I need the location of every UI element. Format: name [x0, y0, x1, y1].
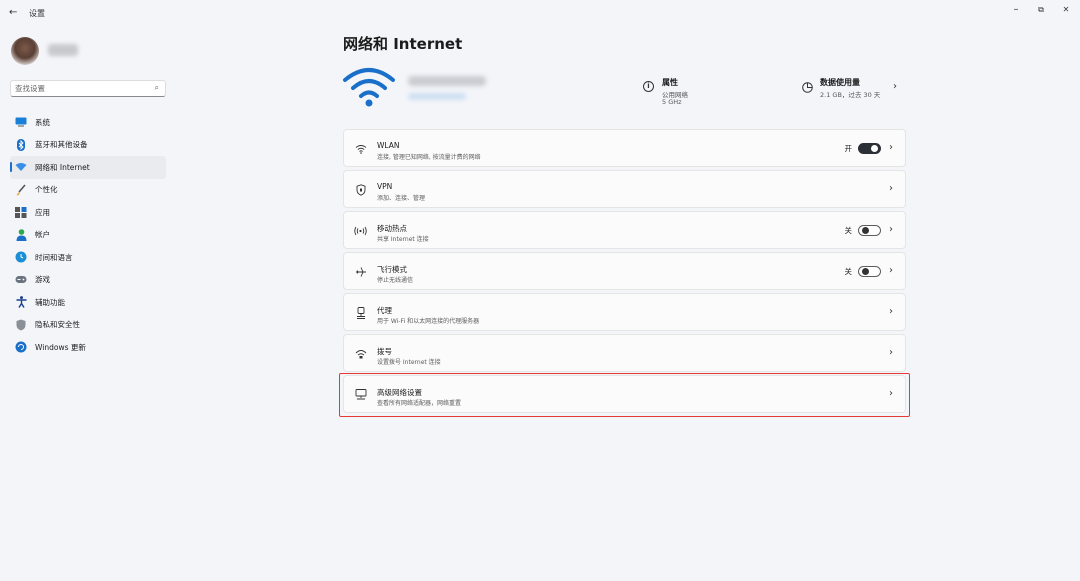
sidebar-item-accessibility[interactable]: 辅助功能	[10, 291, 166, 314]
sidebar-item-label: 应用	[35, 207, 50, 217]
chevron-right-icon: ›	[889, 347, 893, 358]
card-wlan[interactable]: WLAN 连接, 管理已知网络, 按流量计费的网络 开 ›	[343, 129, 906, 167]
sidebar-item-system[interactable]: 系统	[10, 111, 166, 134]
shield-icon	[15, 319, 27, 331]
sidebar-item-personalization[interactable]: 个性化	[10, 179, 166, 202]
sidebar-item-label: 隐私和安全性	[35, 320, 80, 330]
avatar[interactable]	[11, 37, 39, 65]
page-title: 网络和 Internet	[343, 35, 463, 53]
search-input[interactable]	[11, 81, 141, 96]
toggle-state-label: 开	[844, 144, 853, 153]
sidebar-item-label: 帐户	[35, 230, 50, 240]
info-icon: i	[643, 81, 654, 92]
card-subtitle: 设置拨号 Internet 连接	[377, 359, 441, 366]
search-box[interactable]: ⌕	[10, 80, 166, 97]
airplane-toggle[interactable]: 关	[844, 266, 881, 277]
properties-title: 属性	[662, 78, 678, 87]
sidebar-item-accounts[interactable]: 帐户	[10, 224, 166, 247]
sidebar-item-bluetooth[interactable]: 蓝牙和其他设备	[10, 134, 166, 157]
data-usage-icon	[802, 82, 813, 93]
chevron-right-icon: ›	[889, 306, 893, 317]
toggle-state-label: 关	[844, 226, 853, 235]
accessibility-icon	[15, 296, 27, 309]
highlight-annotation-box	[339, 373, 910, 417]
card-proxy[interactable]: 代理 用于 Wi-Fi 和以太网连接的代理服务器 ›	[343, 293, 906, 331]
card-title: 代理	[377, 306, 392, 315]
card-subtitle: 共享 Internet 连接	[377, 236, 429, 243]
app-title: 设置	[29, 9, 45, 18]
proxy-icon	[354, 306, 367, 319]
active-indicator	[10, 162, 12, 172]
wlan-toggle[interactable]: 开	[844, 143, 881, 154]
globe-clock-icon	[15, 251, 27, 263]
user-name-redacted	[48, 44, 78, 56]
restore-button[interactable]: ⧉	[1033, 5, 1049, 15]
data-usage-amount: 2.1 GB，过去 30 天	[820, 91, 881, 99]
card-subtitle: 用于 Wi-Fi 和以太网连接的代理服务器	[377, 318, 480, 325]
apps-icon	[15, 206, 27, 218]
sidebar-nav: 系统 蓝牙和其他设备 网络和 Internet 个性化 应用 帐户 时间和语言 …	[10, 111, 166, 359]
wifi-status-icon	[343, 68, 395, 107]
wifi-icon	[354, 142, 367, 155]
sidebar-item-network[interactable]: 网络和 Internet	[10, 156, 166, 179]
sidebar-item-label: 游戏	[35, 275, 50, 285]
chevron-right-icon[interactable]: ›	[893, 81, 897, 92]
toggle-switch[interactable]	[858, 143, 881, 154]
sidebar-item-apps[interactable]: 应用	[10, 201, 166, 224]
card-subtitle: 连接, 管理已知网络, 按流量计费的网络	[377, 154, 481, 161]
sidebar-item-label: 辅助功能	[35, 297, 65, 307]
sidebar-item-gaming[interactable]: 游戏	[10, 269, 166, 292]
network-status-redacted	[408, 93, 466, 100]
dialup-icon	[354, 347, 367, 360]
card-dial-up[interactable]: 拨号 设置拨号 Internet 连接 ›	[343, 334, 906, 372]
search-icon[interactable]: ⌕	[155, 83, 159, 93]
sidebar-item-time-language[interactable]: 时间和语言	[10, 246, 166, 269]
card-title: VPN	[377, 182, 393, 191]
back-button[interactable]: ←	[9, 7, 17, 19]
bluetooth-icon	[15, 138, 27, 151]
close-button[interactable]: ✕	[1058, 5, 1074, 14]
chevron-right-icon: ›	[889, 224, 893, 235]
sidebar-item-label: 系统	[35, 117, 50, 127]
card-title: 拨号	[377, 347, 392, 356]
sidebar-item-label: Windows 更新	[35, 342, 86, 352]
sidebar-item-privacy[interactable]: 隐私和安全性	[10, 314, 166, 337]
hotspot-icon	[354, 224, 367, 237]
sidebar-item-label: 蓝牙和其他设备	[35, 140, 88, 150]
person-icon	[15, 228, 27, 241]
network-band: 5 GHz	[662, 98, 682, 106]
toggle-switch[interactable]	[858, 225, 881, 236]
hotspot-toggle[interactable]: 关	[844, 225, 881, 236]
airplane-icon	[354, 265, 367, 278]
card-airplane-mode[interactable]: 飞行模式 停止无线通信 关 ›	[343, 252, 906, 290]
network-name-redacted	[408, 76, 486, 86]
card-subtitle: 添加、连接、管理	[377, 195, 426, 202]
title-bar: ← 设置 – ⧉ ✕	[0, 0, 1080, 26]
card-title: WLAN	[377, 141, 400, 150]
toggle-switch[interactable]	[858, 266, 881, 277]
card-title: 移动热点	[377, 224, 407, 233]
card-vpn[interactable]: VPN 添加、连接、管理 ›	[343, 170, 906, 208]
sidebar-item-label: 时间和语言	[35, 252, 73, 262]
card-subtitle: 停止无线通信	[377, 277, 414, 284]
chevron-right-icon: ›	[889, 183, 893, 194]
sidebar-item-windows-update[interactable]: Windows 更新	[10, 336, 166, 359]
card-mobile-hotspot[interactable]: 移动热点 共享 Internet 连接 关 ›	[343, 211, 906, 249]
chevron-right-icon: ›	[889, 142, 893, 153]
chevron-right-icon: ›	[889, 265, 893, 276]
vpn-shield-icon	[354, 183, 367, 196]
sidebar-item-label: 网络和 Internet	[35, 162, 90, 172]
gamepad-icon	[15, 274, 27, 286]
sidebar-item-label: 个性化	[35, 185, 58, 195]
toggle-state-label: 关	[844, 267, 853, 276]
brush-icon	[15, 184, 27, 196]
update-icon	[15, 341, 27, 353]
minimize-button[interactable]: –	[1008, 4, 1024, 15]
card-title: 飞行模式	[377, 265, 407, 274]
monitor-icon	[15, 116, 27, 128]
data-usage-title: 数据使用量	[820, 78, 860, 87]
wifi-diamond-icon	[15, 161, 27, 173]
